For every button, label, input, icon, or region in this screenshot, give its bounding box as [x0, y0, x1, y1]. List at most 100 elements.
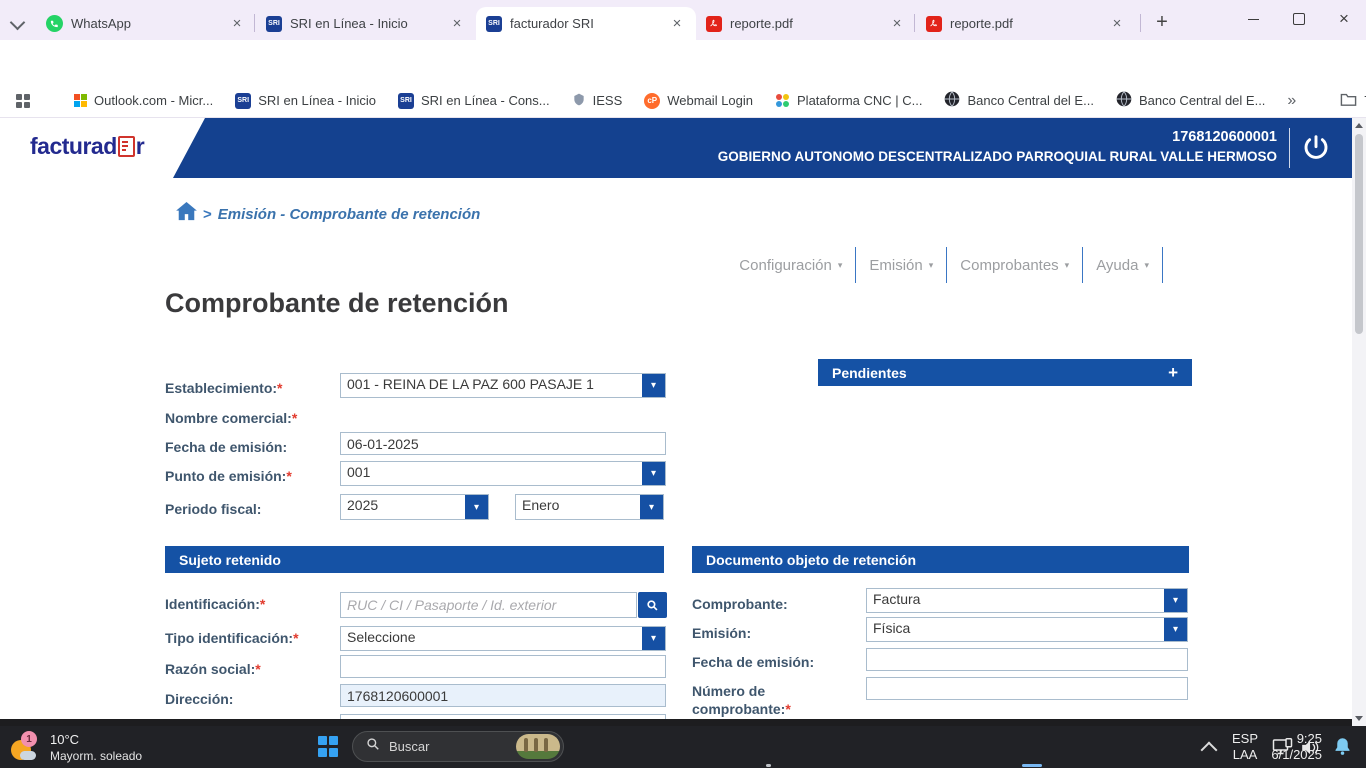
- all-bookmarks-button[interactable]: Todos los marcadores: [1340, 92, 1366, 110]
- clock[interactable]: 9:25 6/1/2025: [1248, 732, 1322, 761]
- tab-search-chevron-icon[interactable]: [10, 15, 26, 31]
- logo-block: facturadr: [0, 118, 205, 178]
- header-ruc: 1768120600001: [1172, 129, 1277, 145]
- fecha-emision-input[interactable]: [340, 432, 666, 455]
- bookmark-label: Banco Central del E...: [967, 93, 1093, 108]
- facturador-logo: facturadr: [30, 133, 144, 160]
- chevron-down-icon[interactable]: ▾: [1164, 618, 1187, 641]
- pendientes-panel-header[interactable]: Pendientes +: [818, 359, 1192, 386]
- tab-facturador-sri[interactable]: SRI facturador SRI ×: [476, 7, 696, 40]
- scroll-up-arrow[interactable]: [1355, 123, 1363, 128]
- scrollbar-thumb[interactable]: [1355, 134, 1363, 334]
- page-title: Comprobante de retención: [165, 288, 509, 319]
- close-icon[interactable]: ×: [668, 15, 686, 32]
- bookmark-webmail[interactable]: cP Webmail Login: [644, 93, 753, 109]
- documento-retencion-section-header: Documento objeto de retención: [692, 546, 1189, 573]
- bookmark-banco-central-1[interactable]: Banco Central del E...: [944, 91, 1093, 110]
- tab-reporte-pdf-1[interactable]: reporte.pdf ×: [696, 7, 916, 40]
- direccion-label: Dirección:: [165, 691, 233, 707]
- notification-bell-icon[interactable]: [1332, 736, 1353, 762]
- menu-configuracion[interactable]: Configuración▾: [726, 257, 855, 274]
- maximize-icon: [1293, 13, 1305, 25]
- close-window-button[interactable]: ×: [1322, 0, 1366, 38]
- menu-emision[interactable]: Emisión▾: [856, 257, 946, 274]
- establecimiento-value: 001 - REINA DE LA PAZ 600 PASAJE 1: [341, 374, 642, 397]
- sri-icon: SRI: [266, 16, 282, 32]
- bookmark-cnc[interactable]: Plataforma CNC | C...: [775, 93, 922, 108]
- bookmark-outlook[interactable]: Outlook.com - Micr...: [74, 93, 213, 108]
- breadcrumb: > Emisión - Comprobante de retención: [176, 202, 480, 226]
- tray-chevron-up-icon[interactable]: [1201, 742, 1218, 759]
- page-footer-edge: [0, 719, 1352, 726]
- menu-separator: [1162, 247, 1163, 283]
- bookmarks-overflow-icon[interactable]: »: [1287, 92, 1296, 110]
- bookmarks-bar: Outlook.com - Micr... SRI SRI en Línea -…: [0, 84, 1366, 118]
- chevron-down-icon[interactable]: ▾: [1164, 589, 1187, 612]
- running-indicator-dot: [766, 764, 771, 767]
- periodo-fiscal-month-select[interactable]: Enero ▾: [515, 494, 664, 520]
- menu-comprobantes[interactable]: Comprobantes▾: [947, 257, 1082, 274]
- bookmark-label: SRI en Línea - Inicio: [258, 93, 376, 108]
- tab-reporte-pdf-2[interactable]: reporte.pdf ×: [916, 7, 1136, 40]
- close-icon[interactable]: ×: [448, 15, 466, 32]
- scroll-down-arrow[interactable]: [1355, 716, 1363, 721]
- weather-temp: 10°C: [50, 732, 142, 747]
- emision-select[interactable]: Física ▾: [866, 617, 1188, 642]
- chevron-down-icon[interactable]: ▾: [465, 495, 488, 519]
- documento-fecha-emision-label: Fecha de emisión:: [692, 654, 814, 670]
- tab-whatsapp[interactable]: WhatsApp ×: [36, 7, 256, 40]
- tab-separator: [914, 14, 915, 32]
- bookmark-iess[interactable]: IESS: [572, 92, 623, 110]
- chevron-down-icon[interactable]: ▾: [640, 495, 663, 519]
- tab-title: facturador SRI: [510, 16, 594, 31]
- tab-sri-inicio[interactable]: SRI SRI en Línea - Inicio ×: [256, 7, 476, 40]
- new-tab-button[interactable]: +: [1148, 8, 1176, 36]
- chevron-down-icon[interactable]: ▾: [642, 462, 665, 485]
- identificacion-label: Identificación:*: [165, 596, 265, 612]
- close-icon[interactable]: ×: [228, 15, 246, 32]
- folder-icon: [1340, 92, 1357, 110]
- punto-emision-select[interactable]: 001 ▾: [340, 461, 666, 486]
- identificacion-search-button[interactable]: [638, 592, 667, 618]
- numero-comprobante-input[interactable]: [866, 677, 1188, 700]
- apps-grid-icon[interactable]: [16, 94, 30, 108]
- minimize-button[interactable]: [1230, 0, 1276, 38]
- tipo-identificacion-select[interactable]: Seleccione ▾: [340, 626, 666, 651]
- comprobante-select[interactable]: Factura ▾: [866, 588, 1188, 613]
- vertical-scrollbar[interactable]: [1352, 118, 1366, 726]
- close-icon[interactable]: ×: [888, 15, 906, 32]
- documento-fecha-emision-input[interactable]: [866, 648, 1188, 671]
- globe-icon: [1116, 91, 1132, 110]
- establecimiento-label: Establecimiento:*: [165, 380, 282, 396]
- weather-condition: Mayorm. soleado: [50, 749, 142, 763]
- maximize-button[interactable]: [1276, 0, 1322, 38]
- app-menu: Configuración▾ Emisión▾ Comprobantes▾ Ay…: [726, 246, 1163, 284]
- bookmark-label: Webmail Login: [667, 93, 753, 108]
- establecimiento-select[interactable]: 001 - REINA DE LA PAZ 600 PASAJE 1 ▾: [340, 373, 666, 398]
- chevron-down-icon: ▾: [838, 260, 843, 271]
- weather-icon: 1: [10, 731, 42, 763]
- search-box[interactable]: Buscar: [352, 731, 564, 762]
- razon-social-input[interactable]: [340, 655, 666, 678]
- bookmark-sri-consultas[interactable]: SRI SRI en Línea - Cons...: [398, 93, 550, 109]
- weather-widget[interactable]: 1 10°C Mayorm. soleado: [10, 728, 142, 766]
- bookmark-sri-inicio[interactable]: SRI SRI en Línea - Inicio: [235, 93, 376, 109]
- periodo-fiscal-year-select[interactable]: 2025 ▾: [340, 494, 489, 520]
- expand-plus-icon[interactable]: +: [1168, 363, 1178, 383]
- close-icon[interactable]: ×: [1108, 15, 1126, 32]
- search-highlight-image[interactable]: [516, 734, 560, 759]
- home-icon[interactable]: [176, 202, 197, 226]
- direccion-input[interactable]: [340, 684, 666, 707]
- minimize-icon: [1248, 19, 1259, 20]
- bookmark-banco-central-2[interactable]: Banco Central del E...: [1116, 91, 1265, 110]
- tab-title: WhatsApp: [71, 16, 131, 31]
- start-button[interactable]: [318, 736, 339, 757]
- identificacion-input[interactable]: [340, 592, 637, 618]
- menu-ayuda[interactable]: Ayuda▾: [1083, 257, 1162, 274]
- razon-social-label: Razón social:*: [165, 661, 261, 677]
- logout-power-button[interactable]: [1300, 132, 1332, 169]
- chevron-down-icon[interactable]: ▾: [642, 627, 665, 650]
- cnc-icon: [775, 93, 790, 108]
- taskbar: 1 10°C Mayorm. soleado Buscar T X W: [0, 726, 1366, 768]
- chevron-down-icon[interactable]: ▾: [642, 374, 665, 397]
